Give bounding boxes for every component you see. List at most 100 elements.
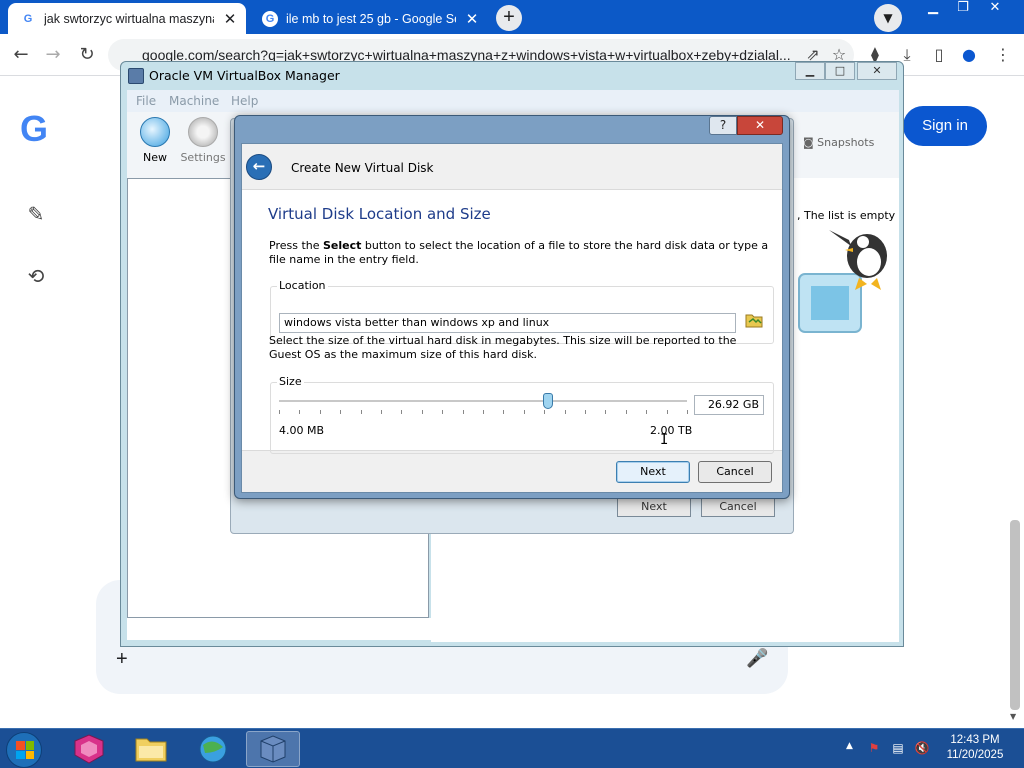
- slider-tick: [340, 410, 341, 414]
- virtualbox-app-icon: [128, 68, 144, 84]
- slider-tick: [565, 410, 566, 414]
- slider-tick: [524, 410, 525, 414]
- minimize-icon[interactable]: ▁: [795, 62, 825, 80]
- wizard-caption: Create New Virtual Disk: [291, 161, 434, 175]
- sign-in-button[interactable]: Sign in: [903, 106, 987, 146]
- side-panel-icon[interactable]: ▯: [926, 42, 952, 68]
- location-input[interactable]: windows vista better than windows xp and…: [279, 313, 736, 333]
- camera-icon: ◙: [803, 136, 818, 149]
- menu-help[interactable]: Help: [231, 94, 258, 108]
- action-center-flag-icon[interactable]: ⚑: [866, 741, 882, 757]
- close-tab-icon[interactable]: ✕: [222, 10, 238, 28]
- intro-text-bold: Select: [323, 239, 362, 252]
- size-input[interactable]: 26.92 GB: [694, 395, 764, 415]
- tab-title: jak swtorzyc wirtualna maszyna: [44, 11, 214, 26]
- add-attachment-button[interactable]: +: [116, 648, 128, 671]
- app-launcher-icon: [74, 734, 104, 764]
- next-button[interactable]: Next: [616, 461, 690, 483]
- show-hidden-icons-icon[interactable]: ▲: [846, 741, 853, 751]
- window-title: Oracle VM VirtualBox Manager: [149, 68, 340, 83]
- browser-tab[interactable]: G ile mb to jest 25 gb - Google Se ✕: [250, 3, 488, 34]
- browser-tab-strip: G jak swtorzyc wirtualna maszyna ✕ G ile…: [0, 0, 1024, 34]
- back-arrow-icon[interactable]: ←: [8, 42, 34, 68]
- tab-title: ile mb to jest 25 gb - Google Se: [286, 11, 456, 26]
- close-window-icon[interactable]: ✕: [980, 0, 1010, 18]
- taskbar-virtualbox[interactable]: [246, 731, 300, 767]
- snapshots-label: Snapshots: [817, 136, 875, 149]
- virtualbox-icon: [260, 735, 286, 763]
- size-slider-track[interactable]: [279, 400, 687, 402]
- create-virtual-disk-dialog: ? ✕ ← Create New Virtual Disk Virtual Di…: [234, 115, 790, 499]
- slider-tick: [646, 410, 647, 414]
- network-icon[interactable]: ▤: [890, 741, 906, 757]
- menu-kebab-icon[interactable]: ⋮: [990, 42, 1016, 68]
- wizard-content: Virtual Disk Location and Size Press the…: [242, 189, 782, 454]
- restore-icon[interactable]: ❐: [948, 0, 978, 18]
- slider-tick: [361, 410, 362, 414]
- virtualbox-mascot-illustration: [798, 230, 887, 333]
- browser-tab-active[interactable]: G jak swtorzyc wirtualna maszyna ✕: [8, 3, 246, 34]
- new-vm-label: New: [143, 151, 167, 164]
- background-next-button[interactable]: Next: [617, 497, 691, 517]
- microphone-icon[interactable]: 🎤: [746, 648, 768, 669]
- help-button[interactable]: ?: [709, 116, 737, 135]
- intro-text-start: Press the: [269, 239, 323, 252]
- history-icon[interactable]: ⟲: [22, 264, 50, 292]
- menu-file[interactable]: File: [136, 94, 156, 108]
- size-slider-thumb[interactable]: [543, 393, 554, 409]
- scroll-down-arrow-icon[interactable]: ▼: [1010, 712, 1016, 721]
- settings-label: Settings: [180, 151, 226, 164]
- start-button[interactable]: [6, 732, 42, 768]
- snapshots-tab[interactable]: ◙ Snapshots: [803, 136, 874, 149]
- new-vm-button[interactable]: New: [128, 117, 182, 164]
- slider-tick: [626, 410, 627, 414]
- close-tab-icon[interactable]: ✕: [464, 10, 480, 28]
- slider-tick: [585, 410, 586, 414]
- edit-icon[interactable]: ✎: [22, 202, 50, 230]
- close-dialog-button[interactable]: ✕: [737, 116, 783, 135]
- taskbar-browser[interactable]: [186, 731, 240, 767]
- minimize-icon[interactable]: ▁: [918, 0, 948, 18]
- size-label: Size: [277, 375, 304, 388]
- folder-icon: [745, 314, 763, 328]
- new-tab-button[interactable]: +: [496, 5, 522, 31]
- taskbar-app-launcher[interactable]: [62, 731, 116, 767]
- select-folder-button[interactable]: [742, 312, 766, 334]
- slider-tick: [667, 410, 668, 414]
- volume-muted-icon[interactable]: 🔇: [914, 741, 930, 757]
- slider-tick: [503, 410, 504, 414]
- windows-logo-icon: [16, 741, 34, 759]
- taskbar-file-explorer[interactable]: [124, 731, 178, 767]
- slider-tick: [605, 410, 606, 414]
- location-label: Location: [277, 279, 328, 292]
- google-logo[interactable]: G: [20, 108, 48, 150]
- clock-date: 11/20/2025: [946, 749, 1004, 761]
- maximize-icon[interactable]: □: [825, 62, 855, 80]
- system-clock[interactable]: 12:43 PM 11/20/2025: [940, 733, 1010, 763]
- gear-icon: [188, 117, 218, 147]
- slider-tick: [442, 410, 443, 414]
- tab-search-chevron-icon[interactable]: ▼: [874, 4, 902, 32]
- close-window-icon[interactable]: ✕: [857, 62, 897, 80]
- profile-avatar-icon[interactable]: ●: [956, 42, 982, 68]
- menu-machine[interactable]: Machine: [169, 94, 219, 108]
- page-scrollbar[interactable]: [1010, 520, 1020, 710]
- slider-tick: [401, 410, 402, 414]
- wizard-body: ← Create New Virtual Disk Virtual Disk L…: [241, 143, 783, 493]
- forward-arrow-icon[interactable]: →: [40, 42, 66, 68]
- slider-tick: [483, 410, 484, 414]
- status-strip: [127, 618, 899, 640]
- google-favicon-icon: G: [20, 10, 36, 27]
- settings-button[interactable]: Settings: [176, 117, 230, 164]
- slider-tick: [381, 410, 382, 414]
- cancel-button[interactable]: Cancel: [698, 461, 772, 483]
- size-description: Select the size of the virtual hard disk…: [269, 334, 737, 361]
- slider-tick: [463, 410, 464, 414]
- reload-icon[interactable]: ↻: [74, 42, 100, 68]
- back-arrow-icon[interactable]: ←: [246, 154, 272, 180]
- slider-tick: [299, 410, 300, 414]
- background-cancel-button[interactable]: Cancel: [701, 497, 775, 517]
- folder-icon: [135, 738, 167, 762]
- windows-taskbar: ▲ ⚑ ▤ 🔇 12:43 PM 11/20/2025: [0, 728, 1024, 768]
- clock-time: 12:43 PM: [950, 734, 1000, 746]
